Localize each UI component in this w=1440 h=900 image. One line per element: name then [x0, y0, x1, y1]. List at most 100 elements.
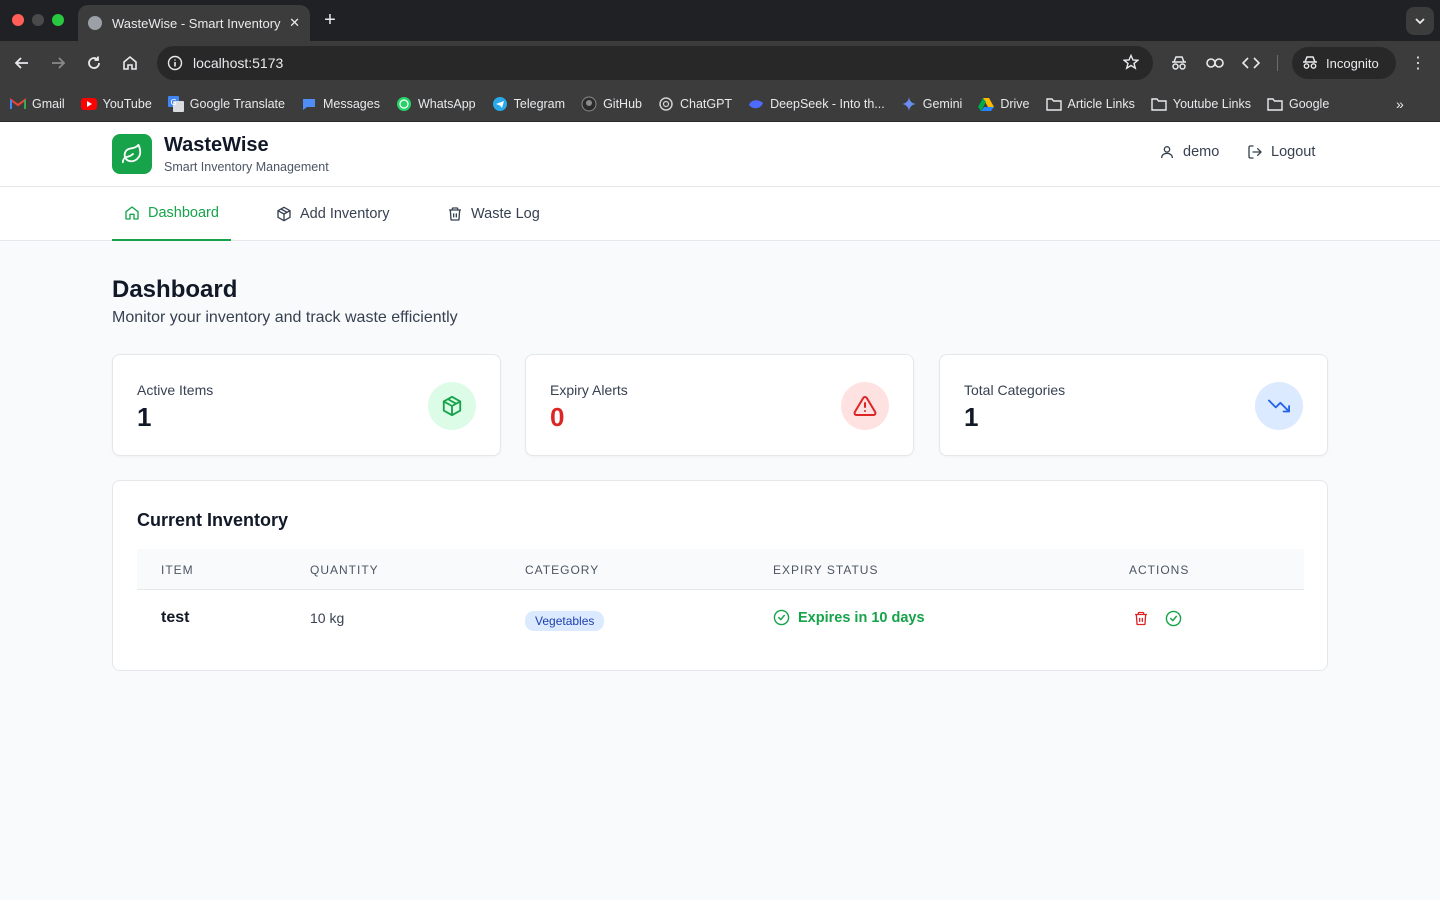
tab-label: Dashboard — [148, 205, 219, 221]
table-header: ITEM QUANTITY CATEGORY EXPIRY STATUS ACT… — [137, 549, 1304, 590]
stat-value: 0 — [550, 402, 565, 432]
trash-icon — [1135, 611, 1147, 625]
translate-icon: G — [167, 95, 184, 112]
delete-button[interactable] — [1132, 609, 1150, 627]
package-icon — [277, 206, 291, 222]
link-icon[interactable] — [1205, 53, 1225, 73]
incognito-extension-icon[interactable] — [1169, 53, 1189, 73]
bookmark-label: DeepSeek - Into th... — [770, 96, 885, 111]
browser-menu-icon[interactable]: ⋮ — [1410, 53, 1426, 73]
reload-button[interactable] — [83, 52, 105, 74]
bookmark-deepseek[interactable]: DeepSeek - Into th... — [748, 96, 885, 112]
bookmark-star-icon[interactable] — [1122, 53, 1140, 75]
tab-label: Add Inventory — [300, 206, 390, 222]
tab-label: Waste Log — [471, 206, 540, 222]
deepseek-icon — [748, 96, 764, 112]
bookmark-label: Messages — [322, 96, 380, 111]
folder-icon — [1151, 96, 1167, 112]
browser-titlebar: WasteWise - Smart Inventory ✕ + — [0, 0, 1440, 41]
user-icon — [1161, 146, 1173, 159]
maximize-window-button[interactable] — [52, 14, 64, 26]
drive-icon — [978, 96, 995, 112]
bookmark-label: Telegram — [513, 96, 566, 111]
stat-label: Expiry Alerts — [550, 382, 628, 398]
bookmark-label: Gmail — [32, 96, 65, 111]
bookmark-label: GitHub — [603, 96, 642, 111]
incognito-indicator[interactable]: Incognito — [1292, 47, 1396, 79]
bookmark-label: WhatsApp — [417, 96, 476, 111]
more-bookmarks-icon[interactable]: » — [1396, 96, 1404, 112]
address-bar[interactable]: localhost:5173 — [157, 46, 1153, 80]
globe-icon — [88, 16, 102, 30]
stat-card-total-categories: Total Categories 1 — [939, 354, 1328, 456]
page-title: Dashboard — [112, 276, 238, 303]
minimize-window-button[interactable] — [32, 14, 44, 26]
back-button[interactable] — [11, 52, 33, 74]
main-nav: Dashboard Add Inventory Waste Log — [0, 187, 1440, 241]
chevron-down-icon — [1415, 18, 1425, 25]
bookmark-github[interactable]: GitHub — [581, 96, 642, 112]
folder-icon — [1267, 96, 1283, 112]
bookmark-whatsapp[interactable]: WhatsApp — [396, 96, 476, 112]
bookmark-folder-youtube-links[interactable]: Youtube Links — [1151, 96, 1251, 112]
gmail-icon — [10, 96, 26, 112]
inventory-title: Current Inventory — [137, 510, 289, 530]
chatgpt-icon — [658, 96, 674, 112]
column-header-category: CATEGORY — [525, 563, 600, 577]
user-menu[interactable]: demo — [1159, 144, 1219, 160]
browser-toolbar: localhost:5173 Incognito ⋮ — [0, 41, 1440, 86]
github-icon — [581, 96, 597, 112]
tab-title: WasteWise - Smart Inventory — [112, 15, 281, 31]
bookmark-drive[interactable]: Drive — [978, 96, 1030, 112]
stat-value: 1 — [964, 402, 979, 432]
tab-close-icon[interactable]: ✕ — [289, 15, 300, 31]
bookmark-chatgpt[interactable]: ChatGPT — [658, 96, 732, 112]
check-circle-icon — [773, 609, 790, 626]
bookmark-gemini[interactable]: Gemini — [901, 96, 963, 112]
svg-text:G: G — [170, 98, 176, 107]
column-header-item: ITEM — [161, 563, 194, 577]
logout-button[interactable]: Logout — [1247, 144, 1315, 160]
bookmark-telegram[interactable]: Telegram — [492, 96, 565, 112]
expiry-status: Expires in 10 days — [773, 609, 925, 626]
incognito-icon — [1303, 56, 1317, 69]
toolbar-divider — [1277, 55, 1278, 71]
stat-label: Active Items — [137, 382, 214, 398]
browser-tab[interactable]: WasteWise - Smart Inventory ✕ — [78, 5, 310, 41]
package-icon — [428, 382, 476, 430]
tab-add-inventory[interactable]: Add Inventory — [276, 187, 389, 241]
bookmarks-bar: Gmail YouTube G Google Translate Message… — [0, 86, 1440, 122]
bookmark-label: YouTube — [102, 96, 152, 111]
mark-used-button[interactable] — [1164, 609, 1182, 627]
close-window-button[interactable] — [12, 14, 24, 26]
tab-waste-log[interactable]: Waste Log — [447, 187, 540, 241]
table-row: test 10 kg Vegetables Expires in 10 days — [137, 590, 1304, 648]
bookmark-label: Drive — [1000, 96, 1030, 111]
brand-name: WasteWise — [164, 134, 269, 156]
bookmark-folder-article-links[interactable]: Article Links — [1045, 96, 1135, 112]
bookmark-label: Google Translate — [189, 96, 285, 111]
new-tab-button[interactable]: + — [320, 9, 340, 32]
whatsapp-icon — [396, 96, 412, 112]
url-text[interactable]: localhost:5173 — [193, 55, 283, 71]
home-icon — [125, 206, 139, 220]
bookmark-label: Youtube Links — [1172, 96, 1251, 111]
item-quantity: 10 kg — [310, 610, 345, 626]
youtube-icon — [80, 96, 97, 112]
bookmark-label: Google — [1288, 96, 1330, 111]
bookmark-label: Gemini — [922, 96, 963, 111]
gemini-icon — [901, 96, 917, 112]
site-info-icon[interactable] — [165, 53, 185, 73]
bookmark-messages[interactable]: Messages — [301, 96, 380, 112]
tab-dashboard[interactable]: Dashboard — [112, 187, 231, 241]
home-button[interactable] — [119, 52, 141, 74]
bookmark-youtube[interactable]: YouTube — [80, 96, 152, 112]
inventory-panel: Current Inventory ITEM QUANTITY CATEGORY… — [112, 480, 1328, 671]
code-icon[interactable] — [1241, 53, 1261, 73]
forward-button[interactable] — [47, 52, 69, 74]
page-subtitle: Monitor your inventory and track waste e… — [112, 309, 458, 326]
bookmark-google-translate[interactable]: G Google Translate — [167, 95, 285, 112]
bookmark-folder-google[interactable]: Google — [1267, 96, 1329, 112]
bookmark-gmail[interactable]: Gmail — [10, 96, 65, 112]
tab-search-button[interactable] — [1406, 7, 1434, 35]
